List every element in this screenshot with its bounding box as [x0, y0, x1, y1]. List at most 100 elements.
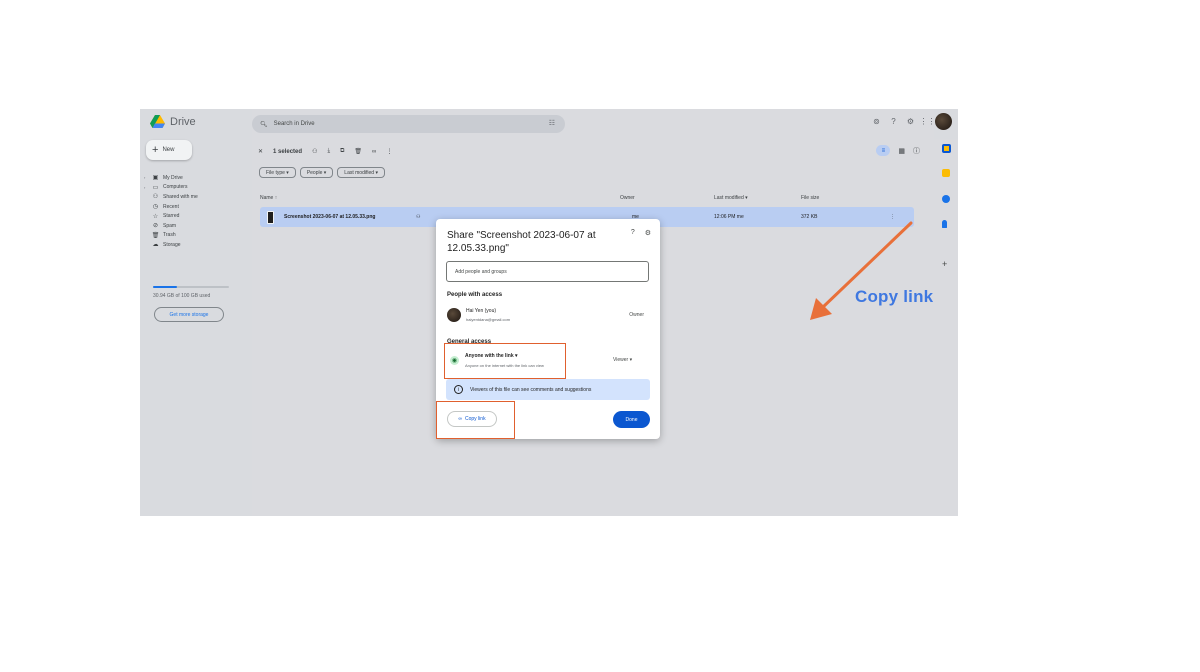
help-icon[interactable]: ? [631, 229, 635, 237]
sidebar-item-recent[interactable]: ◷ Recent [144, 202, 250, 212]
cloud-icon: ☁ [152, 242, 159, 249]
sidebar-item-label: Storage [163, 241, 181, 248]
get-more-storage-button[interactable]: Get more storage [154, 307, 224, 322]
col-file-size[interactable]: File size [801, 195, 819, 201]
info-icon: i [454, 385, 463, 394]
col-last-modified[interactable]: Last modified ▾ [714, 195, 748, 201]
annotation-label: Copy link [855, 287, 934, 306]
keep-icon[interactable] [942, 169, 950, 177]
account-avatar[interactable] [935, 113, 952, 130]
sidebar-item-shared-with-me[interactable]: ⚇ Shared with me [144, 192, 250, 202]
sidebar-item-label: Shared with me [163, 193, 198, 200]
col-owner[interactable]: Owner [620, 195, 635, 201]
dialog-title: Share "Screenshot 2023-06-07 at 12.05.33… [447, 230, 596, 254]
search-icon: 🔍︎ [260, 121, 268, 128]
contacts-icon[interactable] [942, 220, 947, 228]
help-icon[interactable]: ? [889, 117, 898, 126]
person-name: Hai Yen (you) [466, 308, 497, 314]
delete-icon[interactable]: 🗑 [354, 148, 362, 155]
info-banner: i Viewers of this file can see comments … [446, 379, 650, 400]
sidebar-item-label: Trash [163, 232, 176, 239]
download-icon[interactable]: ⤓ [327, 148, 330, 155]
trash-icon: 🗑 [151, 232, 160, 239]
expand-caret-icon[interactable]: › [144, 185, 148, 190]
file-name: Screenshot 2023-06-07 at 12.05.33.png [284, 214, 376, 220]
avatar [447, 308, 461, 322]
file-size: 372 KB [801, 214, 818, 220]
view-controls: ≡ ▦ ⓘ [876, 145, 920, 156]
filter-chip-people[interactable]: People ▾ [299, 167, 334, 178]
drive-logo[interactable]: Drive [150, 115, 196, 128]
add-people-input[interactable]: Add people and groups [446, 261, 649, 282]
add-addon-icon[interactable]: + [942, 259, 950, 269]
sort-arrow-icon: ↑ [274, 195, 278, 201]
shared-icon: ⚇ [416, 214, 421, 220]
right-side-panel: + [934, 139, 958, 516]
sidebar-item-label: Starred [163, 213, 180, 220]
tasks-icon[interactable] [942, 195, 950, 203]
chevron-down-icon: ▾ [286, 169, 289, 176]
new-button[interactable]: + New [146, 140, 192, 160]
clock-icon: ◷ [152, 204, 159, 211]
sidebar-item-starred[interactable]: ☆ Starred [144, 211, 250, 221]
selection-toolbar: ✕ 1 selected ⚇ ⤓ ⧉ 🗑 ∞ ⋮ [258, 148, 392, 155]
settings-icon[interactable]: ⚙ [906, 117, 915, 126]
spam-icon: ⊘ [152, 223, 159, 230]
chevron-down-icon: ▾ [629, 357, 633, 363]
search-input[interactable]: Search in Drive [274, 121, 315, 127]
dialog-header-icons: ? ⚙ [631, 229, 651, 237]
list-view-icon[interactable]: ≡ [876, 145, 891, 156]
chip-label: People [306, 169, 323, 176]
grid-view-icon[interactable]: ▦ [898, 147, 905, 155]
star-icon: ☆ [152, 213, 159, 220]
apps-grid-icon[interactable]: ⋮⋮ [920, 117, 936, 126]
sidebar-nav: › ▣ My Drive › ▭ Computers ⚇ Shared with me ◷ Rec… [144, 173, 250, 250]
settings-icon[interactable]: ⚙ [645, 229, 651, 237]
sidebar-item-my-drive[interactable]: › ▣ My Drive [144, 173, 250, 183]
more-actions-icon[interactable]: ⋮ [386, 148, 392, 155]
clear-selection-icon[interactable]: ✕ [258, 148, 263, 155]
link-icon[interactable]: ∞ [372, 149, 376, 155]
file-modified: 12:06 PM me [714, 214, 744, 220]
search-bar[interactable]: 🔍︎ Search in Drive ☷ [252, 115, 565, 133]
people-with-access-heading: People with access [447, 292, 503, 298]
sidebar-item-computers[interactable]: › ▭ Computers [144, 183, 250, 193]
done-button[interactable]: Done [613, 411, 650, 428]
sidebar-item-label: My Drive [163, 174, 183, 181]
sidebar-item-storage[interactable]: ☁ Storage [144, 240, 250, 250]
filter-chip-last-modified[interactable]: Last modified ▾ [337, 167, 385, 178]
plus-icon: + [152, 143, 159, 156]
sidebar: Drive + New › ▣ My Drive › ▭ Computers ⚇ Shared… [140, 109, 252, 516]
sidebar-item-label: Spam [163, 222, 177, 229]
details-icon[interactable]: ⓘ [913, 146, 920, 156]
sidebar-item-spam[interactable]: ⊘ Spam [144, 221, 250, 231]
move-icon[interactable]: ⧉ [340, 148, 344, 155]
row-more-icon[interactable]: ⋮ [890, 214, 895, 220]
expand-caret-icon[interactable]: › [144, 175, 148, 180]
app-name: Drive [170, 115, 196, 128]
filter-chips: File type ▾ People ▾ Last modified ▾ [259, 167, 385, 178]
header-icons: ⊚ ? ⚙ ⋮⋮ [872, 117, 936, 126]
info-text: Viewers of this file can see comments an… [470, 386, 592, 393]
role-label: Viewer [613, 357, 629, 363]
my-drive-icon: ▣ [152, 175, 159, 182]
col-name-label: Name [260, 195, 274, 201]
search-options-icon[interactable]: ☷ [549, 119, 555, 127]
image-file-icon [267, 211, 274, 224]
highlight-general-access [444, 343, 566, 379]
chevron-down-icon: ▾ [323, 169, 327, 176]
col-name[interactable]: Name ↑ [260, 195, 277, 201]
role-dropdown[interactable]: Viewer ▾ [613, 357, 632, 363]
new-button-label: New [162, 147, 175, 153]
person-email: haiyentdana@gmail.com [466, 317, 511, 322]
offline-icon[interactable]: ⊚ [872, 117, 881, 126]
chip-label: File type [266, 169, 285, 176]
drive-logo-icon [150, 115, 165, 128]
storage-text: 30.94 GB of 100 GB used [153, 293, 211, 299]
share-icon[interactable]: ⚇ [312, 148, 317, 155]
selected-count: 1 selected [273, 148, 303, 155]
chip-label: Last modified [344, 169, 375, 176]
sidebar-item-trash[interactable]: 🗑 Trash [144, 231, 250, 241]
filter-chip-file-type[interactable]: File type ▾ [259, 167, 296, 178]
calendar-icon[interactable] [942, 144, 951, 153]
